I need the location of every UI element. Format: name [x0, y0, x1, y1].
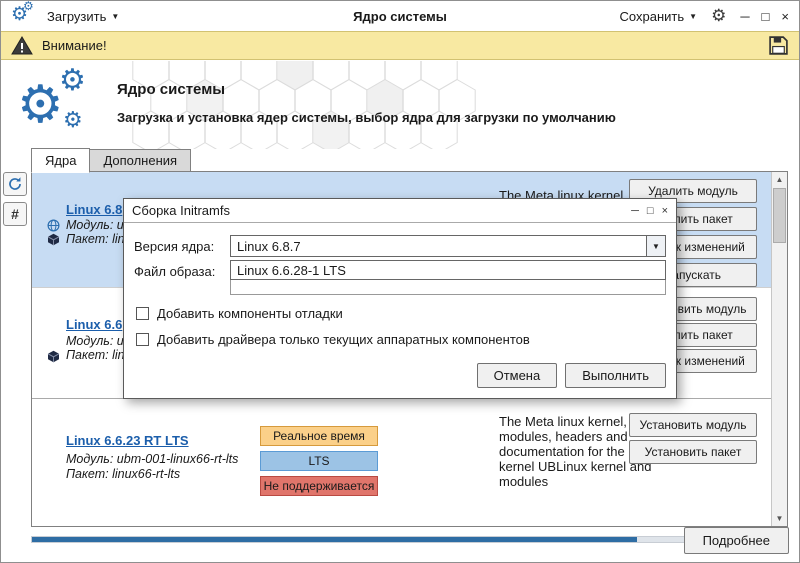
chevron-down-icon: ▼: [689, 12, 697, 21]
titlebar: ⚙ ⚙ Загрузить ▼ Ядро системы Сохранить ▼…: [1, 1, 799, 31]
image-file-label: Файл образа:: [134, 260, 230, 279]
app-logo-gears-icon: ⚙ ⚙: [11, 5, 35, 27]
current-hardware-checkbox-row[interactable]: Добавить драйвера только текущих аппарат…: [136, 332, 666, 347]
unsupported-badge: Не поддерживается: [260, 476, 378, 496]
run-button[interactable]: Выполнить: [565, 363, 666, 388]
save-menu-button[interactable]: Сохранить ▼: [620, 9, 698, 24]
kernel-name-link[interactable]: Linux 6.6.23 RT LTS: [66, 433, 189, 448]
scrollbar-thumb[interactable]: [773, 188, 786, 243]
maximize-button[interactable]: □: [762, 9, 770, 24]
save-file-icon[interactable]: [768, 35, 789, 56]
checkbox-unchecked-icon[interactable]: [136, 307, 149, 320]
page-subtitle: Загрузка и установка ядер системы, выбор…: [117, 110, 616, 125]
debug-components-checkbox-row[interactable]: Добавить компоненты отладки: [136, 306, 666, 321]
save-menu-label: Сохранить: [620, 9, 685, 24]
progress-fill: [32, 537, 637, 542]
kernel-gears-icon: ⚙ ⚙ ⚙: [17, 67, 109, 145]
tab-kernels[interactable]: Ядра: [31, 148, 90, 173]
kernel-package-label: Пакет: lin: [66, 348, 125, 362]
checkbox-unchecked-icon[interactable]: [136, 333, 149, 346]
dialog-minimize-button[interactable]: ─: [631, 205, 639, 217]
kernel-module-label: Модуль: u: [66, 218, 124, 232]
refresh-button[interactable]: [3, 172, 27, 196]
refresh-icon: [7, 176, 23, 192]
load-menu-button[interactable]: Загрузить ▼: [47, 9, 119, 24]
tab-addons[interactable]: Дополнения: [90, 149, 191, 172]
minimize-button[interactable]: ─: [740, 9, 749, 24]
combobox-dropdown-button[interactable]: ▼: [646, 236, 665, 256]
install-package-button[interactable]: Установить пакет: [629, 440, 757, 464]
dialog-close-button[interactable]: ×: [662, 205, 668, 217]
lts-badge: LTS: [260, 451, 378, 471]
hash-button[interactable]: #: [3, 202, 27, 226]
chevron-down-icon: ▼: [652, 242, 660, 251]
current-hardware-label: Добавить драйвера только текущих аппарат…: [157, 332, 530, 347]
warning-triangle-icon: [11, 36, 33, 55]
app-window: ⚙ ⚙ Загрузить ▼ Ядро системы Сохранить ▼…: [0, 0, 800, 563]
kernel-badges: Реальное время LTS Не поддерживается: [260, 426, 380, 501]
dialog-titlebar: Сборка Initramfs ─ □ ×: [124, 199, 676, 223]
warning-text: Внимание!: [42, 38, 107, 53]
warning-bar: Внимание!: [1, 31, 799, 60]
details-button[interactable]: Подробнее: [684, 527, 789, 554]
settings-gear-icon[interactable]: ⚙: [711, 6, 726, 26]
dialog-title: Сборка Initramfs: [132, 203, 631, 218]
kernel-module-label: Модуль: u: [66, 334, 124, 348]
kernel-version-label: Версия ядра:: [134, 235, 230, 257]
chevron-down-icon: ▼: [111, 12, 119, 21]
close-button[interactable]: ×: [781, 9, 789, 24]
page-title: Ядро системы: [117, 81, 616, 98]
image-file-dropdown-area[interactable]: [230, 280, 666, 295]
kernel-version-combobox[interactable]: Linux 6.8.7 ▼: [230, 235, 666, 257]
module-globe-icon: [47, 219, 60, 232]
vertical-scrollbar[interactable]: ▲ ▼: [771, 172, 787, 526]
page-header: ⚙ ⚙ ⚙ Ядро системы Загрузка и установка …: [1, 61, 799, 149]
tab-bar: Ядра Дополнения: [31, 148, 191, 172]
install-module-button[interactable]: Установить модуль: [629, 413, 757, 437]
package-box-icon: [47, 350, 60, 363]
scroll-up-icon[interactable]: ▲: [772, 172, 787, 187]
kernel-package-label: Пакет: linux66-rt-lts: [66, 467, 180, 481]
package-box-icon: [47, 233, 60, 246]
kernel-name-link[interactable]: Linux 6.8: [66, 202, 122, 217]
image-file-input[interactable]: Linux 6.6.28-1 LTS: [230, 260, 666, 280]
kernel-module-label: Модуль: ubm-001-linux66-rt-lts: [66, 452, 238, 466]
scroll-down-icon[interactable]: ▼: [772, 511, 787, 526]
dialog-maximize-button[interactable]: □: [647, 205, 654, 217]
debug-components-label: Добавить компоненты отладки: [157, 306, 343, 321]
hash-icon: #: [11, 206, 19, 222]
kernel-row-linux-6-6-23-rt-lts[interactable]: Linux 6.6.23 RT LTS Модуль: ubm-001-linu…: [32, 400, 771, 527]
progress-bar: [31, 536, 691, 543]
initramfs-dialog: Сборка Initramfs ─ □ × Версия ядра: Linu…: [123, 198, 677, 399]
cancel-button[interactable]: Отмена: [477, 363, 558, 388]
kernel-package-label: Пакет: lin: [66, 232, 125, 246]
kernel-version-value: Linux 6.8.7: [231, 236, 646, 256]
realtime-badge: Реальное время: [260, 426, 378, 446]
kernel-name-link[interactable]: Linux 6.6: [66, 317, 122, 332]
load-menu-label: Загрузить: [47, 9, 106, 24]
